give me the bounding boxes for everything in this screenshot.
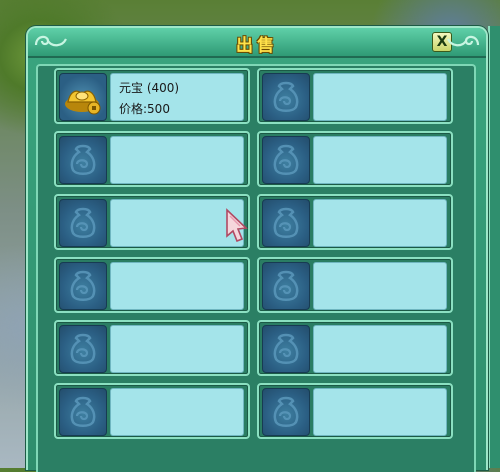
slot-icon[interactable] bbox=[262, 73, 310, 121]
gold-ingot-icon bbox=[65, 90, 101, 115]
title-bar[interactable]: 出售 X bbox=[28, 28, 486, 58]
sell-slot[interactable] bbox=[257, 257, 453, 313]
sell-slot[interactable] bbox=[54, 131, 250, 187]
swirl-ornament-icon bbox=[447, 35, 480, 47]
adjacent-panel-edge bbox=[488, 26, 500, 468]
slot-icon[interactable] bbox=[59, 262, 107, 310]
empty-bag-icon bbox=[70, 270, 96, 301]
slot-info bbox=[110, 388, 244, 436]
slot-info: 元宝 (400) 价格:500 bbox=[110, 73, 244, 121]
slot-info bbox=[110, 136, 244, 184]
empty-bag-icon bbox=[273, 81, 299, 112]
window-title: 出售 bbox=[236, 36, 278, 56]
sell-slot[interactable]: 元宝 (400) 价格:500 bbox=[54, 68, 250, 124]
empty-bag-icon bbox=[273, 270, 299, 301]
slot-info bbox=[313, 136, 447, 184]
slot-icon[interactable] bbox=[59, 199, 107, 247]
empty-bag-icon bbox=[273, 333, 299, 364]
sell-slot[interactable] bbox=[257, 68, 453, 124]
slot-info bbox=[110, 325, 244, 373]
slot-info bbox=[313, 388, 447, 436]
sell-slot[interactable] bbox=[54, 257, 250, 313]
slot-icon[interactable] bbox=[262, 388, 310, 436]
slot-icon[interactable] bbox=[59, 136, 107, 184]
slot-icon[interactable] bbox=[59, 325, 107, 373]
sell-slot[interactable] bbox=[257, 131, 453, 187]
empty-bag-icon bbox=[70, 207, 96, 238]
empty-bag-icon bbox=[70, 396, 96, 427]
empty-bag-icon bbox=[273, 207, 299, 238]
item-price: 价格:500 bbox=[119, 102, 170, 116]
slot-icon[interactable] bbox=[262, 199, 310, 247]
slot-icon[interactable] bbox=[59, 73, 107, 121]
slot-icon[interactable] bbox=[262, 325, 310, 373]
slot-icon[interactable] bbox=[59, 388, 107, 436]
empty-bag-icon bbox=[273, 144, 299, 175]
item-name: 元宝 (400) bbox=[119, 81, 180, 95]
sell-slot[interactable] bbox=[257, 194, 453, 250]
empty-bag-icon bbox=[273, 396, 299, 427]
slot-icon[interactable] bbox=[262, 262, 310, 310]
slot-info bbox=[110, 262, 244, 310]
sell-slot[interactable] bbox=[54, 194, 250, 250]
slot-icon[interactable] bbox=[262, 136, 310, 184]
sell-slot[interactable] bbox=[257, 320, 453, 376]
slot-info bbox=[313, 262, 447, 310]
sell-slot[interactable] bbox=[54, 383, 250, 439]
pointer-cursor-icon bbox=[226, 208, 248, 242]
slot-info bbox=[313, 199, 447, 247]
slot-area: 元宝 (400) 价格:500 bbox=[36, 64, 476, 472]
sell-slot[interactable] bbox=[54, 320, 250, 376]
empty-bag-icon bbox=[70, 333, 96, 364]
slot-info bbox=[313, 325, 447, 373]
empty-bag-icon bbox=[70, 144, 96, 175]
sell-slot[interactable] bbox=[257, 383, 453, 439]
slot-info bbox=[313, 73, 447, 121]
sell-window: 出售 X 元宝 (400) 价格:500 bbox=[26, 26, 488, 472]
